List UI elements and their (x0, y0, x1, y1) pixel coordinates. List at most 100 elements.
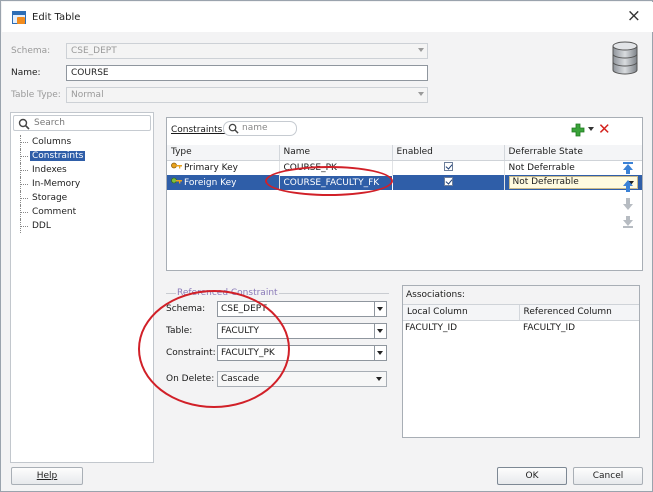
title-bar: Edit Table × (2, 2, 653, 32)
column-header-name[interactable]: Name (279, 145, 393, 161)
nav-item-storage[interactable]: Storage (15, 191, 151, 205)
enabled-checkbox[interactable] (443, 177, 453, 186)
nav-search-placeholder: Search (34, 118, 65, 128)
table-icon (12, 11, 26, 24)
constraints-search-input[interactable]: name (223, 121, 297, 136)
nav-search-input[interactable]: Search (13, 115, 151, 131)
ok-button[interactable]: OK (497, 467, 567, 485)
name-input[interactable]: COURSE (66, 65, 428, 81)
table-row[interactable]: FACULTY_ID FACULTY_ID (403, 320, 639, 335)
nav-item-in-memory[interactable]: In-Memory (15, 177, 151, 191)
ref-schema-label: Schema: (166, 304, 206, 314)
constraint-type-text: Foreign Key (184, 178, 237, 188)
constraint-enabled-cell (392, 160, 505, 175)
column-header-type[interactable]: Type (167, 145, 280, 161)
constraint-type-text: Primary Key (184, 163, 238, 174)
nav-item-indexes[interactable]: Indexes (15, 163, 151, 177)
schema-label: Schema: (11, 46, 51, 56)
table-type-value: Normal (71, 90, 104, 100)
constraint-name-cell[interactable]: COURSE_FACULTY_FK (278, 174, 393, 191)
chevron-down-icon (374, 324, 386, 338)
referenced-column-cell: FACULTY_ID (523, 322, 576, 333)
table-type-label: Table Type: (11, 90, 61, 100)
column-header-deferrable[interactable]: Deferrable State (504, 145, 642, 161)
move-down-icon (623, 198, 633, 210)
ref-table-select[interactable]: FACULTY (217, 323, 387, 339)
constraints-search-placeholder: name (242, 123, 268, 133)
add-constraint-icon[interactable] (571, 123, 585, 137)
help-button-label: Help (36, 471, 58, 481)
ref-schema-select[interactable]: CSE_DEPT (217, 301, 387, 317)
local-column-cell: FACULTY_ID (405, 322, 458, 333)
table-type-select: Normal (66, 87, 428, 103)
on-delete-value: Cascade (221, 374, 260, 384)
constraints-box: Constraints: name ✕ Type Name Enabled De… (166, 117, 643, 271)
deferrable-state-select[interactable]: Not Deferrable (508, 176, 638, 189)
search-icon (18, 118, 30, 130)
name-label: Name: (11, 68, 41, 78)
nav-item-label: Comment (32, 207, 77, 217)
foreign-key-icon (171, 177, 182, 184)
chevron-down-icon (374, 346, 386, 360)
ref-table-label: Table: (166, 326, 193, 336)
ref-constraint-value: FACULTY_PK (221, 348, 275, 358)
help-button[interactable]: Help (11, 467, 83, 485)
associations-header-row: Local Column Referenced Column (403, 305, 639, 321)
primary-key-icon (171, 162, 182, 169)
nav-item-constraints[interactable]: Constraints (15, 149, 151, 163)
nav-tree: Columns Constraints Indexes In-Memory St… (15, 135, 151, 233)
associations-panel: Associations: Local Column Referenced Co… (402, 285, 640, 438)
chevron-down-icon (418, 48, 424, 52)
schema-select: CSE_DEPT (66, 43, 428, 59)
referenced-constraint-group: Referenced Constraint Schema: CSE_DEPT T… (166, 288, 389, 398)
window-title: Edit Table (32, 12, 81, 23)
ref-constraint-label: Constraint: (166, 348, 216, 358)
cancel-button[interactable]: Cancel (573, 467, 643, 485)
move-top-icon[interactable] (621, 161, 635, 175)
delete-constraint-icon[interactable]: ✕ (598, 122, 611, 137)
move-up-icon[interactable] (621, 179, 635, 193)
on-delete-select[interactable]: Cascade (217, 371, 387, 387)
add-dropdown-icon[interactable] (588, 127, 594, 131)
constraint-name-cell: COURSE_PK (279, 160, 393, 175)
constraint-type-cell: Primary Key (167, 160, 280, 175)
ref-schema-value: CSE_DEPT (221, 304, 267, 314)
edit-table-dialog: Edit Table × Schema: CSE_DEPT Name: COUR… (0, 0, 653, 492)
nav-item-comment[interactable]: Comment (15, 205, 151, 219)
constraints-panel: Constraints: name ✕ Type Name Enabled De… (161, 112, 645, 463)
associations-label: Associations: (406, 290, 465, 300)
nav-item-columns[interactable]: Columns (15, 135, 151, 149)
nav-item-ddl[interactable]: DDL (15, 219, 151, 233)
column-header-enabled[interactable]: Enabled (392, 145, 505, 161)
ref-table-value: FACULTY (221, 326, 259, 336)
schema-value: CSE_DEPT (71, 46, 117, 56)
on-delete-label: On Delete: (166, 374, 215, 384)
nav-item-label: Columns (32, 137, 72, 147)
move-bottom-icon (623, 216, 633, 228)
constraints-label-text: Constraints: (171, 125, 226, 135)
deferrable-state-value: Not Deferrable (512, 177, 579, 187)
associations-table: Local Column Referenced Column FACULTY_I… (403, 304, 639, 437)
referenced-constraint-legend: Referenced Constraint (176, 288, 279, 298)
close-icon[interactable]: × (627, 6, 641, 26)
constraint-type-cell: Foreign Key (167, 175, 280, 190)
column-header-local[interactable]: Local Column (403, 305, 520, 321)
search-icon (228, 123, 239, 134)
nav-item-label: Constraints (30, 151, 86, 161)
nav-item-label: DDL (32, 221, 51, 231)
chevron-down-icon (374, 302, 386, 316)
constraints-label: Constraints: (171, 125, 225, 135)
settings-nav-pane: Search Columns Constraints Indexes In-Me… (10, 112, 154, 463)
table-row[interactable]: Primary Key COURSE_PK Not Deferrable (167, 160, 642, 175)
ref-constraint-select[interactable]: FACULTY_PK (217, 345, 387, 361)
nav-item-label: In-Memory (32, 179, 81, 189)
enabled-checkbox[interactable] (443, 162, 453, 172)
constraints-header-row: Type Name Enabled Deferrable State (167, 145, 642, 161)
database-icon (612, 41, 638, 75)
nav-item-label: Storage (32, 193, 68, 203)
column-header-referenced[interactable]: Referenced Column (519, 305, 639, 321)
table-row[interactable]: Foreign Key COURSE_FACULTY_FK Not Deferr… (167, 174, 642, 191)
chevron-down-icon (374, 372, 386, 386)
nav-item-label: Indexes (32, 165, 67, 175)
chevron-down-icon (418, 92, 424, 96)
